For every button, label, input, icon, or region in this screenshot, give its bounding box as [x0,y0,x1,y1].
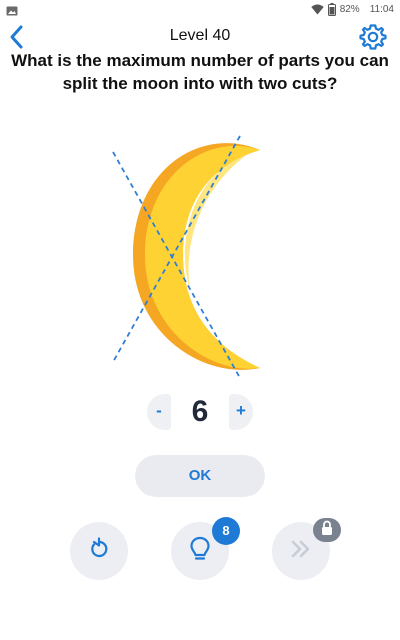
image-icon [6,3,18,16]
lightbulb-icon [187,535,213,568]
restart-icon [86,536,112,567]
restart-button[interactable] [70,522,128,580]
level-title: Level 40 [169,27,231,44]
fast-forward-icon [288,538,314,565]
decrement-button[interactable]: - [147,394,171,430]
puzzle-scene[interactable] [95,130,305,380]
settings-button[interactable] [358,22,388,52]
status-icons: 82% 11:04 [310,2,394,16]
increment-button[interactable]: + [229,394,253,430]
answer-stepper: - 6 + [147,392,253,432]
answer-value: 6 [191,395,209,428]
lock-badge [313,518,341,542]
hint-count-badge: 8 [212,517,240,545]
status-bar: 82% 11:04 [0,0,400,18]
battery-percent: 82% [339,3,360,15]
question-text: What is the maximum number of parts you … [11,51,389,93]
clock-time: 11:04 [369,3,394,15]
crescent-moon [133,143,260,370]
battery-icon [327,2,336,16]
wifi-icon [310,4,324,15]
ok-button[interactable]: OK [135,455,265,497]
lock-icon [320,520,334,541]
